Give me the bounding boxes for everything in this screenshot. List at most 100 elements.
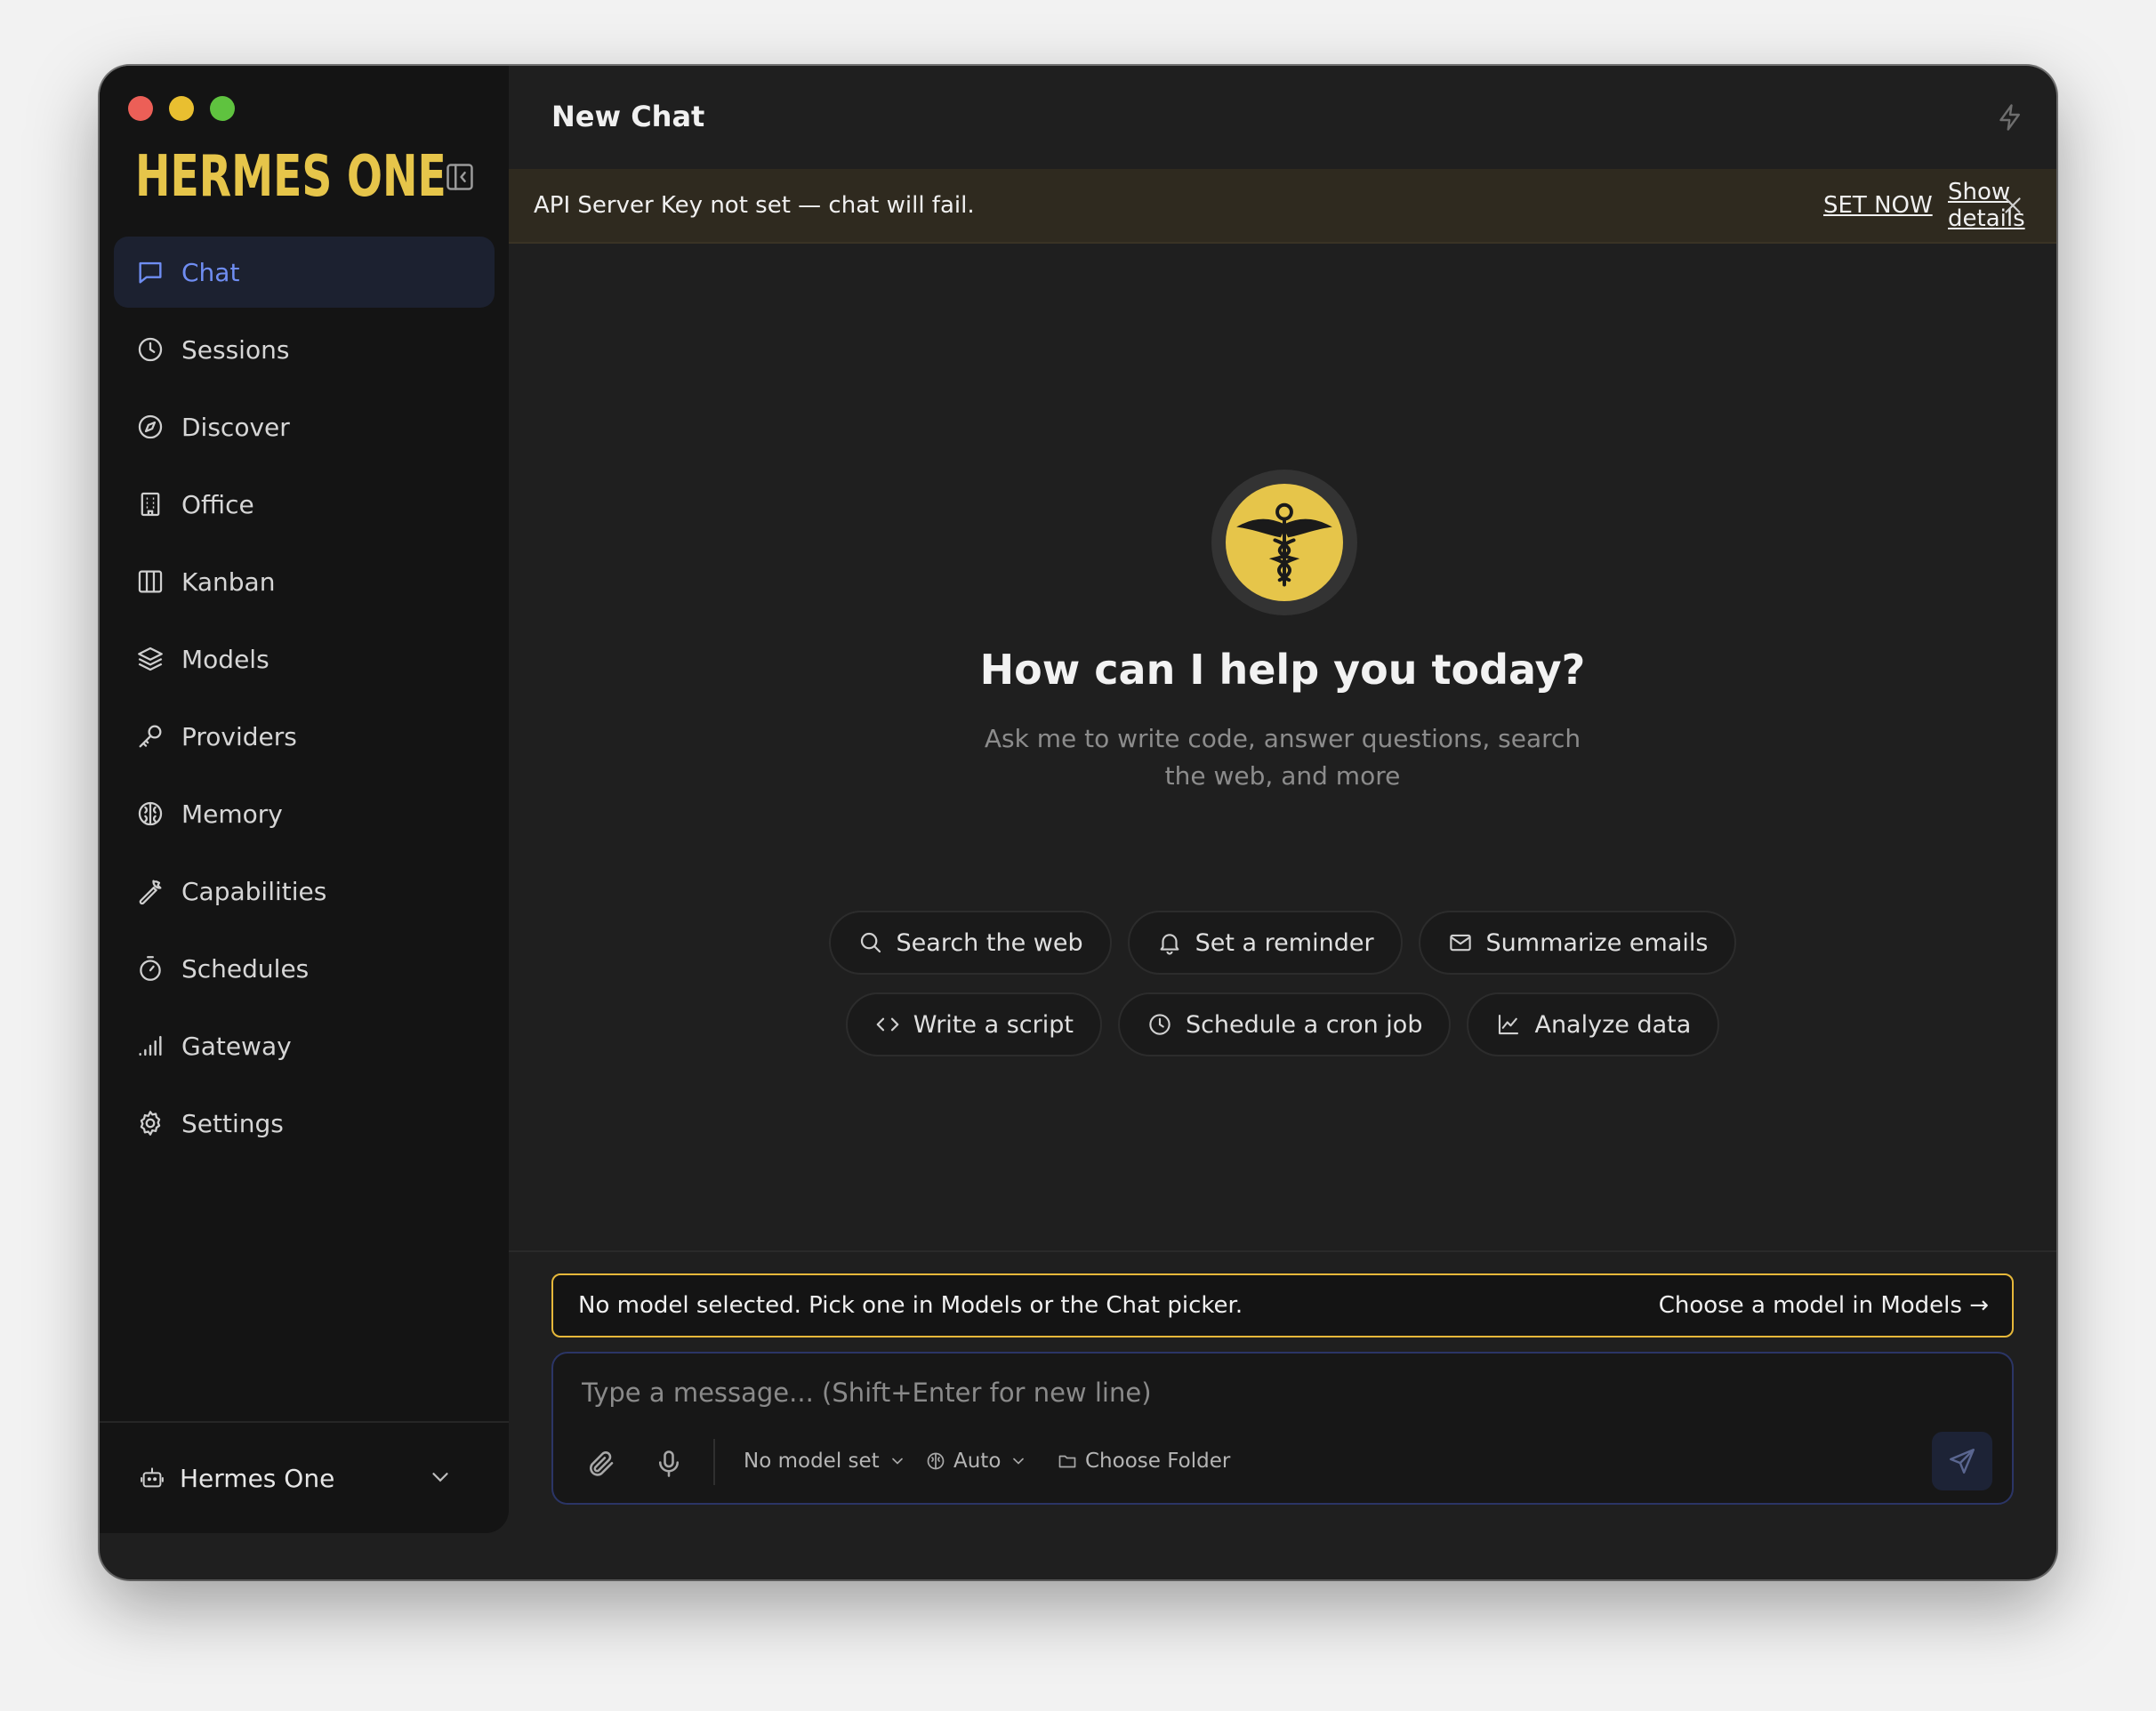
toolbar-separator [713, 1439, 715, 1485]
main-panel: New Chat API Server Key not set — chat w… [509, 66, 2056, 1579]
brain-icon [927, 1452, 945, 1470]
suggestion-label: Schedule a cron job [1185, 1010, 1423, 1039]
sidebar-item-label: Kanban [181, 566, 276, 597]
sidebar-item-label: Models [181, 644, 270, 674]
sidebar-item-label: Gateway [181, 1031, 292, 1061]
sidebar-nav: Chat Sessions Discover Office Kanban Mod… [114, 237, 495, 1165]
send-icon [1950, 1449, 1975, 1474]
welcome-headline: How can I help you today? [979, 646, 1586, 694]
app-logo: HERMES ONE [135, 144, 446, 210]
caduceus-icon [1236, 502, 1332, 587]
chevron-down-icon [432, 1473, 448, 1482]
suggestion-row-1: Search the web Set a reminder Summarize … [509, 911, 2056, 975]
choose-folder-label: Choose Folder [1085, 1450, 1231, 1473]
page-title: New Chat [551, 100, 705, 133]
sidebar-item-models[interactable]: Models [114, 623, 495, 695]
suggestion-set-reminder[interactable]: Set a reminder [1127, 911, 1403, 975]
mode-picker-label: Auto [953, 1450, 1002, 1473]
workspace-name: Hermes One [180, 1463, 335, 1493]
send-button[interactable] [1932, 1432, 1992, 1490]
workspace-switcher[interactable]: Hermes One [100, 1421, 509, 1533]
sidebar-item-label: Discover [181, 412, 290, 442]
bot-icon [141, 1467, 164, 1488]
sidebar-item-kanban[interactable]: Kanban [114, 546, 495, 617]
sidebar-item-memory[interactable]: Memory [114, 778, 495, 849]
paperclip-icon[interactable] [585, 1448, 617, 1480]
welcome-subline: Ask me to write code, answer questions, … [984, 724, 1581, 791]
hermes-caduceus-logo [1211, 470, 1357, 615]
line-chart-icon [1499, 1014, 1519, 1035]
sidebar-item-providers[interactable]: Providers [114, 701, 495, 772]
clock-icon [138, 337, 163, 362]
chevron-down-icon [891, 1458, 903, 1465]
code-icon [876, 1017, 899, 1032]
sidebar-item-gateway[interactable]: Gateway [114, 1010, 495, 1081]
sidebar-collapse-icon[interactable] [443, 160, 477, 194]
compass-icon [138, 414, 163, 439]
lightning-icon[interactable] [1994, 101, 2026, 133]
clock-icon [1149, 1014, 1171, 1035]
suggestion-label: Summarize emails [1485, 928, 1709, 957]
sidebar-item-label: Sessions [181, 334, 290, 365]
sidebar-item-settings[interactable]: Settings [114, 1088, 495, 1159]
timer-icon [140, 956, 161, 981]
composer-divider [509, 1250, 2056, 1252]
model-picker[interactable]: No model set [744, 1450, 906, 1473]
sidebar-item-label: Settings [181, 1108, 284, 1138]
layers-icon [138, 647, 163, 671]
choose-model-link[interactable]: Choose a model in Models → [1659, 1292, 1989, 1319]
wrench-icon [139, 880, 162, 905]
minimize-window-button[interactable] [169, 96, 194, 121]
chevron-down-icon [1013, 1458, 1025, 1465]
sidebar-item-label: Office [181, 489, 254, 519]
chat-icon [139, 261, 162, 284]
api-key-warning-banner: API Server Key not set — chat will fail.… [509, 169, 2056, 244]
sidebar-item-sessions[interactable]: Sessions [114, 314, 495, 385]
suggestion-analyze-data[interactable]: Analyze data [1467, 992, 1720, 1056]
sidebar-item-label: Capabilities [181, 876, 327, 906]
zoom-window-button[interactable] [210, 96, 235, 121]
sidebar-item-chat[interactable]: Chat [114, 237, 495, 308]
mode-picker[interactable]: Auto [925, 1450, 1027, 1473]
building-icon [141, 492, 160, 517]
sidebar: HERMES ONE Chat Sessions Discover Office [100, 66, 509, 1533]
model-picker-label: No model set [744, 1450, 880, 1473]
message-input[interactable] [580, 1377, 1829, 1409]
choose-folder-button[interactable]: Choose Folder [1057, 1450, 1230, 1473]
close-icon[interactable] [1999, 192, 2026, 219]
no-model-message: No model selected. Pick one in Models or… [578, 1292, 1243, 1319]
sidebar-item-label: Providers [181, 721, 297, 751]
suggestion-summarize-emails[interactable]: Summarize emails [1418, 911, 1737, 975]
folder-icon [1058, 1455, 1076, 1468]
suggestion-label: Set a reminder [1195, 928, 1374, 957]
set-now-link[interactable]: SET NOW [1823, 192, 1933, 219]
suggestion-label: Search the web [896, 928, 1083, 957]
sidebar-item-capabilities[interactable]: Capabilities [114, 856, 495, 927]
sidebar-item-office[interactable]: Office [114, 469, 495, 540]
suggestion-label: Write a script [913, 1010, 1074, 1039]
gear-icon [140, 1111, 161, 1136]
app-window: HERMES ONE Chat Sessions Discover Office [100, 66, 2056, 1579]
sidebar-item-discover[interactable]: Discover [114, 391, 495, 462]
topbar: New Chat [509, 66, 2056, 169]
close-window-button[interactable] [128, 96, 153, 121]
sidebar-item-label: Chat [181, 257, 240, 287]
signal-icon [139, 1035, 162, 1056]
suggestion-label: Analyze data [1534, 1010, 1692, 1039]
bell-icon [1160, 934, 1179, 955]
suggestion-schedule-cron[interactable]: Schedule a cron job [1117, 992, 1452, 1056]
suggestion-row-2: Write a script Schedule a cron job Analy… [509, 992, 2056, 1056]
sidebar-item-label: Memory [181, 799, 283, 829]
search-icon [860, 932, 881, 953]
window-controls [128, 96, 235, 121]
message-composer: No model set Auto Choose Folder [551, 1352, 2014, 1505]
key-icon [139, 725, 162, 748]
banner-message: API Server Key not set — chat will fail. [534, 192, 975, 219]
sidebar-item-schedules[interactable]: Schedules [114, 933, 495, 1004]
microphone-icon[interactable] [653, 1448, 685, 1480]
mail-icon [1449, 934, 1471, 952]
brain-icon [138, 801, 163, 826]
columns-icon [138, 570, 163, 593]
suggestion-write-script[interactable]: Write a script [845, 992, 1102, 1056]
suggestion-search-web[interactable]: Search the web [828, 911, 1112, 975]
